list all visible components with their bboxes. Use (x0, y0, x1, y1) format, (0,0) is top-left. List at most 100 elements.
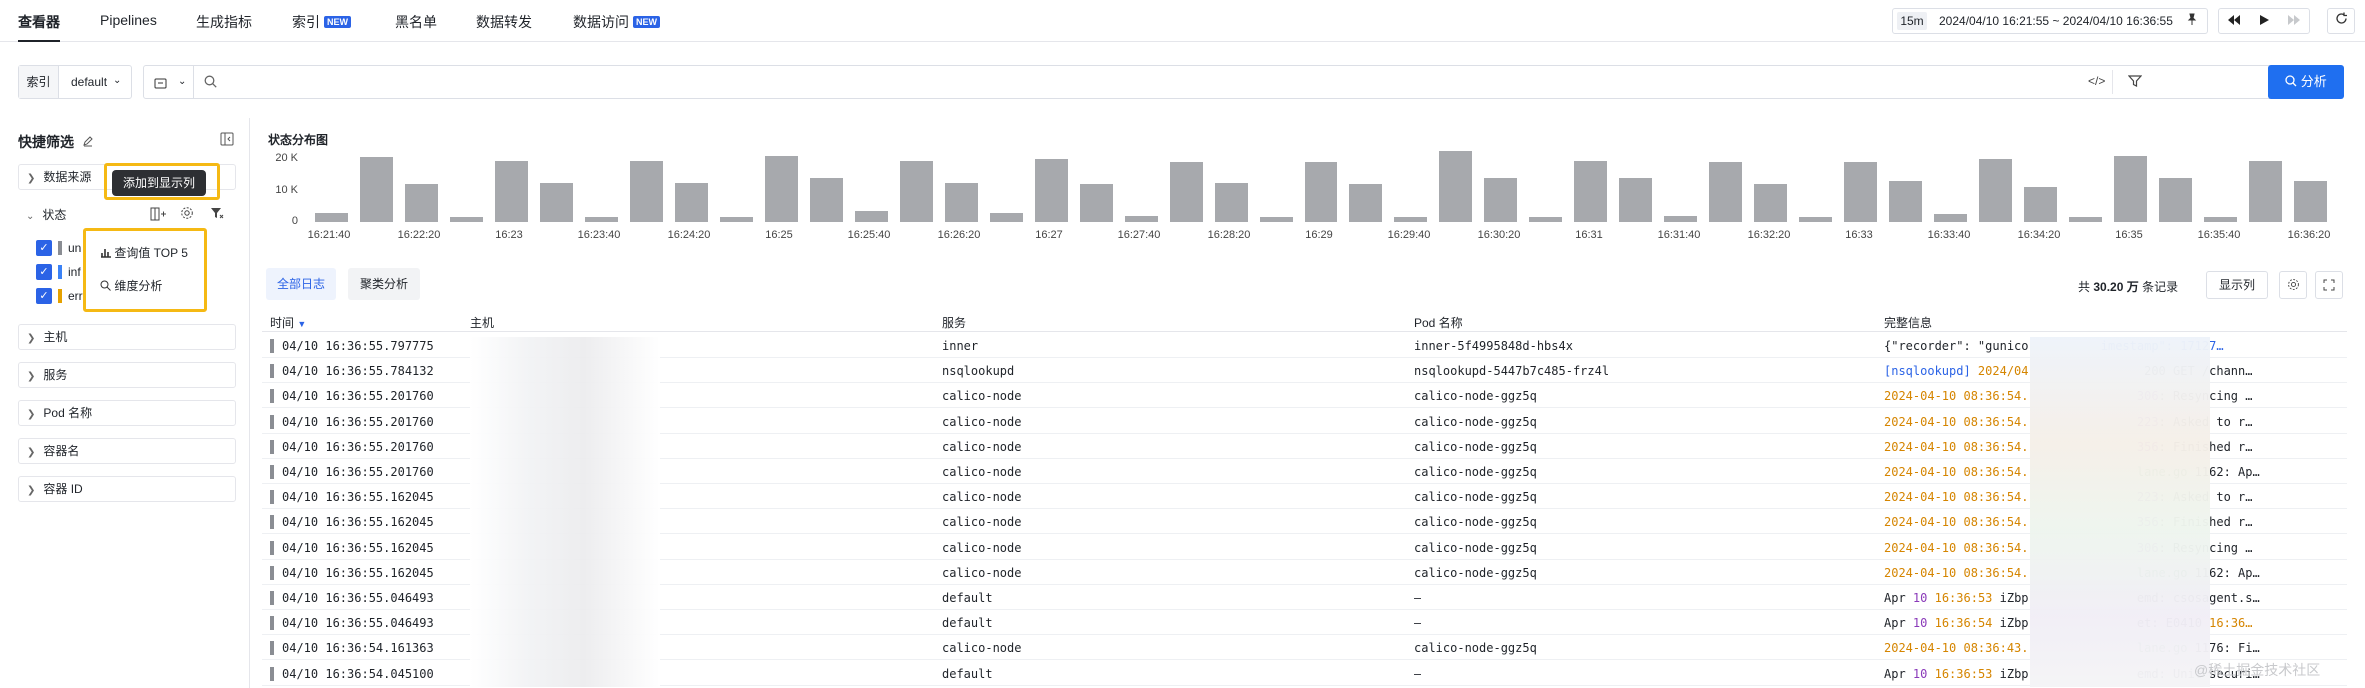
rewind-icon[interactable] (2223, 10, 2245, 32)
settings-icon[interactable] (180, 206, 194, 225)
menu-item-dimension[interactable]: 维度分析 (100, 277, 162, 294)
pin-icon[interactable] (2181, 10, 2203, 32)
time-range-text[interactable]: 2024/04/10 16:21:55 ~ 2024/04/10 16:36:5… (1939, 14, 2173, 28)
sort-desc-icon[interactable]: ▼ (297, 319, 306, 329)
chart-bar[interactable] (1934, 214, 1968, 222)
facet-status[interactable]: ⌄ 状态 (18, 202, 236, 228)
collapse-sidebar-icon[interactable] (220, 132, 234, 151)
nav-tab[interactable]: 数据转发 (476, 12, 532, 42)
chart-bar[interactable] (1844, 162, 1878, 222)
chart-bar[interactable] (899, 160, 933, 222)
chart-bar[interactable] (1664, 215, 1698, 222)
chart-bar[interactable] (449, 217, 483, 222)
chart-bar[interactable] (1709, 162, 1743, 222)
chart-bar[interactable] (1799, 217, 1833, 222)
menu-item-top5[interactable]: 查询值 TOP 5 (100, 244, 188, 261)
chart-bar[interactable] (944, 182, 978, 222)
nav-tab[interactable]: 黑名单 (395, 12, 437, 42)
chart-bar[interactable] (719, 217, 753, 222)
chart-bar[interactable] (1484, 177, 1518, 222)
checkbox[interactable]: ✓ (36, 264, 52, 280)
chart-bar[interactable] (1349, 184, 1383, 222)
chart-bar[interactable] (2114, 155, 2148, 222)
chart-bar[interactable] (629, 160, 663, 222)
facet-item[interactable]: ❯ 容器名 (18, 438, 236, 464)
add-to-columns-icon[interactable] (150, 207, 166, 226)
nav-tab[interactable]: 数据访问 NEW (573, 12, 660, 42)
play-icon[interactable] (2253, 10, 2275, 32)
analyze-button[interactable]: 分析 (2268, 65, 2344, 99)
col-message[interactable]: 完整信息 (1884, 314, 1932, 331)
chart-bar[interactable] (1574, 160, 1608, 222)
tab-cluster-analysis[interactable]: 聚类分析 (348, 268, 420, 300)
edit-icon[interactable] (82, 134, 94, 150)
chart-bar[interactable] (539, 182, 573, 222)
fullscreen-button[interactable] (2315, 271, 2343, 299)
index-value: default (71, 75, 108, 89)
query-type-select[interactable]: ⌄ (144, 66, 194, 98)
chart-bar[interactable] (2024, 187, 2058, 222)
chart-bar[interactable] (1079, 184, 1113, 222)
chart-bar[interactable] (315, 212, 348, 222)
nav-tab[interactable]: 索引 NEW (292, 12, 351, 42)
chart-bar[interactable] (1169, 162, 1203, 222)
chart-bar[interactable] (1979, 159, 2013, 222)
search-input[interactable] (224, 72, 2104, 92)
checkbox[interactable]: ✓ (36, 240, 52, 256)
chart-bar[interactable] (2069, 217, 2103, 222)
message-segment (1927, 667, 1934, 681)
time-range-picker[interactable]: 15m 2024/04/10 16:21:55 ~ 2024/04/10 16:… (1892, 8, 2208, 34)
chart-bar[interactable] (2249, 160, 2282, 222)
col-host[interactable]: 主机 (470, 314, 494, 331)
chart-bar[interactable] (989, 212, 1023, 222)
col-service[interactable]: 服务 (942, 314, 966, 331)
chart-bar[interactable] (1304, 162, 1338, 222)
sidebar-title: 快捷筛选 (18, 132, 94, 152)
chart-bar[interactable] (1619, 177, 1653, 222)
chart-bar[interactable] (809, 177, 843, 222)
facet-item[interactable]: ❯ 服务 (18, 362, 236, 388)
chart-bar[interactable] (2204, 217, 2238, 222)
time-quick-select[interactable]: 15m (1897, 12, 1927, 30)
chart-bar[interactable] (674, 182, 708, 222)
fast-forward-icon[interactable] (2283, 10, 2305, 32)
tab-all-logs[interactable]: 全部日志 (266, 268, 336, 300)
chart-bar[interactable] (1439, 151, 1473, 222)
chart-bar[interactable] (2294, 181, 2327, 222)
facet-item[interactable]: ❯ 容器 ID (18, 476, 236, 502)
chart-bar[interactable] (404, 184, 438, 222)
nav-tab[interactable]: Pipelines (100, 12, 157, 42)
col-time[interactable]: 时间 ▼ (270, 314, 306, 331)
chart-bar[interactable] (2159, 177, 2193, 222)
chart-bar[interactable] (1124, 215, 1158, 222)
nav-tab[interactable]: 生成指标 (196, 12, 252, 42)
chart-bar[interactable] (1394, 217, 1428, 222)
filter-settings-icon[interactable] (2127, 74, 2143, 93)
facet-label: 容器 ID (43, 482, 83, 496)
chart-bar[interactable] (1889, 181, 1923, 222)
facet-item[interactable]: ❯ Pod 名称 (18, 400, 236, 426)
show-columns-button[interactable]: 显示列 (2206, 271, 2268, 299)
chart-bar[interactable] (1214, 182, 1248, 222)
chart-bar[interactable] (359, 157, 393, 222)
col-pod[interactable]: Pod 名称 (1414, 314, 1463, 331)
index-select[interactable]: 索引 default ⌄ (18, 65, 132, 99)
chart-bar[interactable] (1529, 217, 1563, 222)
code-icon[interactable]: </> (2088, 74, 2105, 88)
chart-bar[interactable] (1259, 217, 1293, 222)
checkbox[interactable]: ✓ (36, 288, 52, 304)
refresh-button[interactable] (2327, 8, 2355, 34)
filter-icon[interactable] (210, 206, 224, 225)
cell-service: calico-node (942, 565, 1022, 580)
table-settings-button[interactable] (2279, 271, 2307, 299)
chart-bar[interactable] (1034, 159, 1068, 222)
cell-pod: calico-node-ggz5q (1414, 490, 1537, 505)
cell-pod: calico-node-ggz5q (1414, 389, 1537, 404)
facet-item[interactable]: ❯ 主机 (18, 324, 236, 350)
chart-bar[interactable] (764, 155, 798, 222)
chart-bar[interactable] (494, 160, 528, 222)
chart-bar[interactable] (1754, 184, 1788, 222)
chart-bar[interactable] (584, 217, 618, 222)
chart-bar[interactable] (854, 210, 888, 222)
nav-tab[interactable]: 查看器 (18, 12, 60, 42)
